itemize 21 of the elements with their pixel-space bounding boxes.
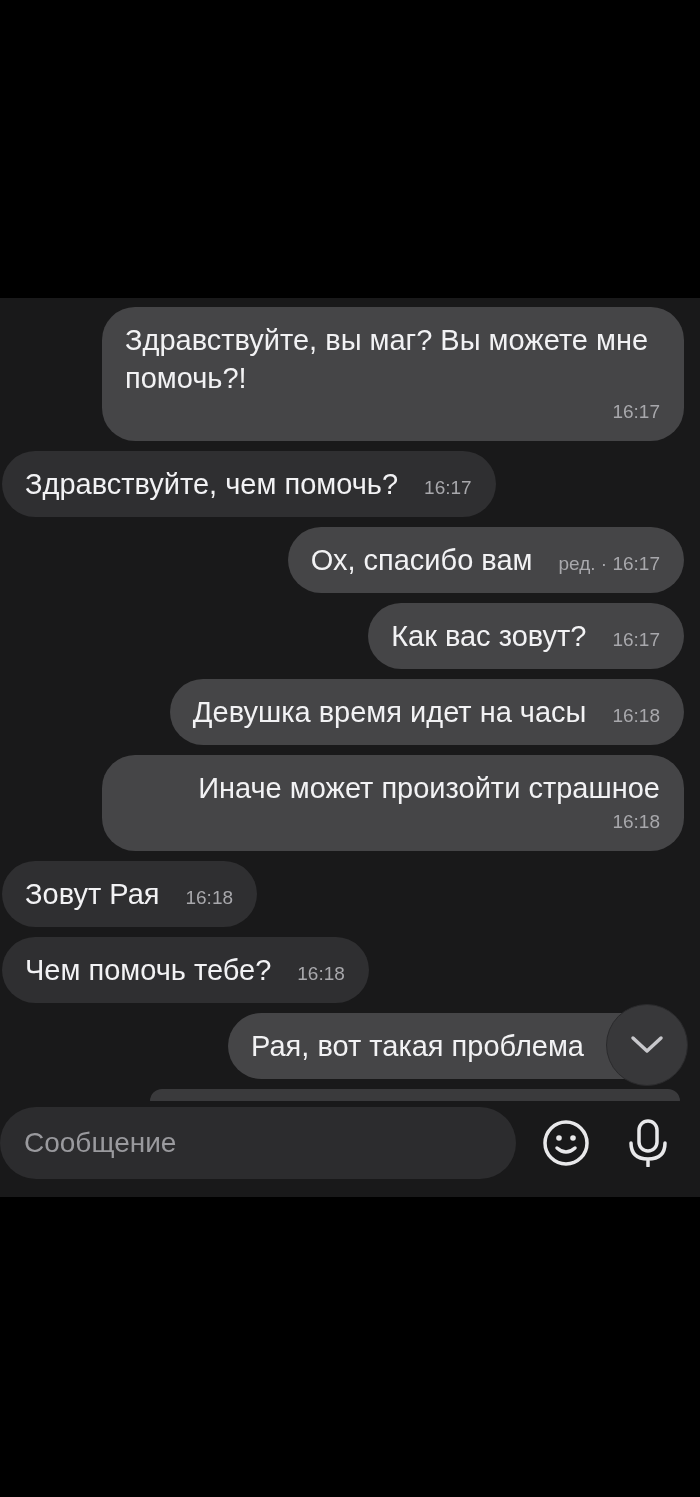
emoji-icon[interactable] (542, 1119, 590, 1167)
chevron-down-icon (630, 1035, 664, 1055)
message-text: Иначе может произойти страшное (198, 771, 660, 806)
message-text: Здравствуйте, вы маг? Вы можете мне помочь?! (125, 323, 650, 396)
message-time: ред. · 16:17 (558, 552, 660, 576)
message-time: 16:17 (612, 628, 660, 652)
message-text: Девушка время идет на часы (192, 695, 587, 730)
microphone-icon[interactable] (628, 1119, 668, 1167)
message-text: Ох, спасибо вам (310, 543, 533, 578)
message-text: Зовут Рая (25, 877, 160, 912)
message-text: Чем помочь тебе? (25, 953, 272, 988)
message-text: Рая, вот такая проблема (251, 1029, 584, 1064)
message-time: 16:18 (612, 810, 660, 834)
message-field[interactable]: Сообщение (0, 1107, 516, 1179)
message-time: 16:18 (297, 962, 345, 986)
message-time: 16:18 (612, 704, 660, 728)
message-text: Как вас зовут? (391, 619, 587, 654)
message-text: Здравствуйте, чем помочь? (25, 467, 399, 502)
message-time: 16:17 (424, 476, 472, 500)
message-time: 16:18 (185, 886, 233, 910)
message-time: 16:17 (612, 400, 660, 424)
